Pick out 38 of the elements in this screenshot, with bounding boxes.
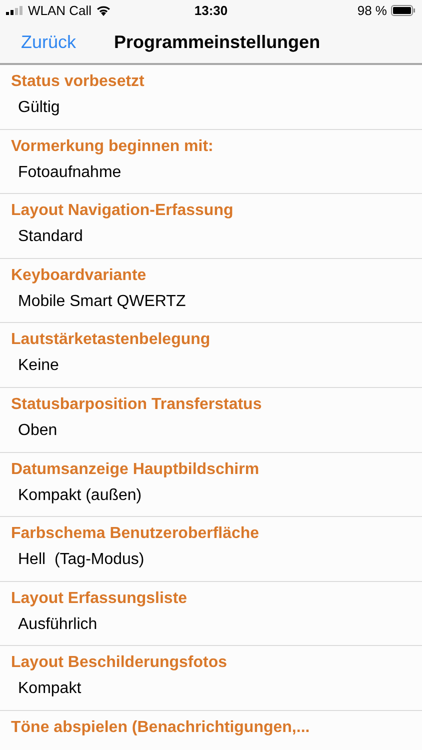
settings-row[interactable]: Layout Beschilderungsfotos Kompakt — [0, 646, 422, 711]
setting-value: Fotoaufnahme — [17, 162, 122, 183]
setting-label: Töne abspielen (Benachrichtigungen,... — [11, 718, 311, 738]
setting-label: Lautstärketastenbelegung — [11, 330, 212, 350]
setting-value: Mobile Smart QWERTZ — [17, 292, 187, 312]
battery-icon — [391, 5, 416, 16]
settings-row[interactable]: Status vorbesetzt Gültig — [0, 65, 422, 130]
setting-value: Ausführlich — [17, 614, 98, 635]
setting-label: Layout Navigation-Erfassung — [11, 201, 234, 222]
setting-value: Oben — [17, 420, 58, 441]
wifi-icon — [96, 5, 111, 16]
battery-percentage: 98 % — [357, 2, 387, 20]
setting-value: Hell (Tag-Modus) — [17, 550, 146, 570]
settings-row[interactable]: Layout Erfassungsliste Ausführlich — [0, 582, 422, 646]
setting-label: Datumsanzeige Hauptbildschirm — [11, 460, 260, 480]
setting-label: Layout Beschilderungsfotos — [11, 653, 228, 674]
setting-label: Status vorbesetzt — [11, 72, 146, 92]
settings-row[interactable]: Lautstärketastenbelegung Keine — [0, 323, 422, 388]
setting-value: Kompakt (außen) — [17, 486, 143, 506]
setting-label: Farbschema Benutzeroberfläche — [11, 524, 260, 544]
nav-title: Programmeinstellungen — [114, 30, 320, 54]
setting-label: Layout Erfassungsliste — [11, 588, 188, 609]
carrier-name: WLAN Call — [28, 2, 92, 20]
setting-value: Kompakt — [17, 679, 82, 700]
signal-icon — [6, 6, 24, 15]
clock-time: 13:30 — [194, 2, 228, 20]
settings-row[interactable]: Vormerkung beginnen mit: Fotoaufnahme — [0, 130, 422, 194]
setting-value: Gültig — [17, 98, 61, 118]
settings-row[interactable]: Datumsanzeige Hauptbildschirm Kompakt (außen) — [0, 452, 422, 518]
setting-label: Keyboardvariante — [11, 266, 148, 286]
setting-value: Keine — [17, 356, 60, 376]
settings-row[interactable]: Farbschema Benutzeroberfläche Hell (Tag-Modus) — [0, 517, 422, 582]
settings-row[interactable]: Layout Navigation-Erfassung Standard — [0, 194, 422, 259]
setting-label: Statusbarposition Transferstatus — [11, 394, 263, 415]
setting-label: Vormerkung beginnen mit: — [11, 136, 214, 157]
setting-value: Standard — [17, 227, 84, 248]
settings-row[interactable]: Statusbarposition Transferstatus Oben — [0, 388, 422, 453]
settings-row[interactable]: Keyboardvariante Mobile Smart QWERTZ — [0, 258, 422, 324]
